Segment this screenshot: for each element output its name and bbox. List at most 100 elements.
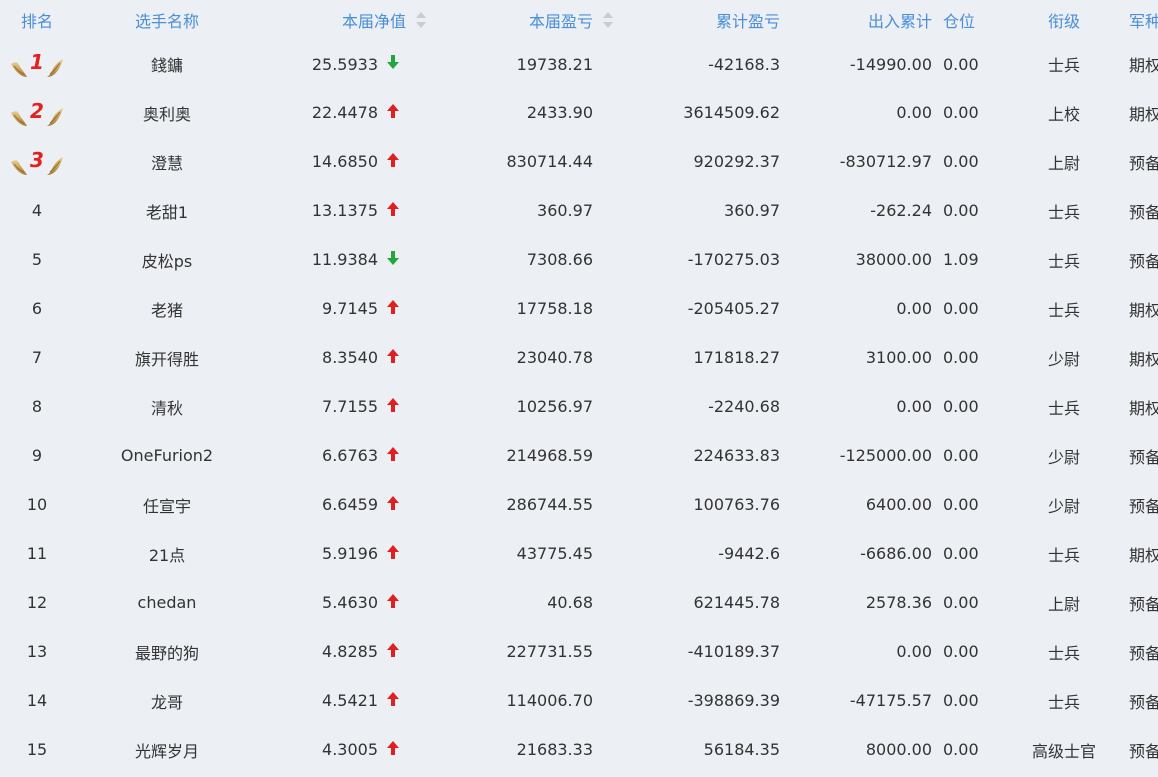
player-name[interactable]: 澄慧: [74, 137, 260, 186]
rank-number: 12: [26, 593, 48, 612]
cum-pnl-value: 100763.76: [693, 495, 780, 514]
pnl-value: 10256.97: [516, 397, 593, 416]
nav-cell: 14.6850: [260, 137, 442, 186]
position-value: 0.00: [943, 544, 979, 563]
player-name[interactable]: 老甜1: [74, 186, 260, 235]
header-nav-label: 本届净值: [341, 12, 406, 31]
pnl-value: 40.68: [547, 593, 593, 612]
army-value: 预备役: [1129, 643, 1158, 663]
rank-number: 6: [31, 299, 43, 318]
rank-cell: 6: [0, 284, 74, 333]
player-name[interactable]: 21点: [74, 529, 260, 578]
header-pnl-sortable[interactable]: 本届盈亏: [442, 0, 619, 40]
player-name[interactable]: 光辉岁月: [74, 725, 260, 774]
flow-value: 0.00: [896, 299, 932, 318]
flow-value: 0.00: [896, 642, 932, 661]
level-value: 士兵: [1047, 398, 1080, 418]
player-name[interactable]: 最野的狗: [74, 627, 260, 676]
arrow-up-icon: [387, 201, 399, 216]
cum-pnl-value: -2240.68: [708, 397, 780, 416]
position-value: 0.00: [943, 642, 979, 661]
army-value: 预备役: [1129, 741, 1158, 761]
svg-text:3: 3: [30, 148, 44, 172]
sort-icon[interactable]: [603, 12, 613, 28]
army-value: 期权: [1129, 300, 1158, 320]
army-value: 预备役: [1129, 692, 1158, 712]
player-name[interactable]: 清秋: [74, 382, 260, 431]
army-value: 期权: [1129, 56, 1158, 75]
cum-pnl-value: -42168.3: [708, 54, 780, 74]
nav-value: 11.9384: [311, 250, 378, 269]
position-value: 1.09: [943, 250, 979, 269]
table-row[interactable]: 15 光辉岁月 4.3005 21683.33 56184.35 8000.00…: [0, 725, 1158, 774]
arrow-up-icon: [387, 544, 399, 559]
nav-cell: 9.7145: [260, 284, 442, 333]
arrow-up-icon: [387, 348, 399, 363]
table-row[interactable]: 2 奥利奥 22.4478 2433.90 3614509.62 0.00 0.…: [0, 88, 1158, 137]
rank-number: 15: [26, 740, 48, 759]
army-value: 预备役: [1129, 594, 1158, 614]
table-row[interactable]: 4 老甜1 13.1375 360.97 360.97 -262.24 0.00…: [0, 186, 1158, 235]
player-name[interactable]: OneFurion2: [74, 431, 260, 480]
rank-number: 8: [31, 397, 43, 416]
table-row[interactable]: 14 龙哥 4.5421 114006.70 -398869.39 -47175…: [0, 676, 1158, 725]
table-row[interactable]: 12 chedan 5.4630 40.68 621445.78 2578.36…: [0, 578, 1158, 627]
table-row[interactable]: 8 清秋 7.7155 10256.97 -2240.68 0.00 0.00 …: [0, 382, 1158, 431]
arrow-up-icon: [387, 397, 399, 412]
pnl-value: 830714.44: [506, 152, 593, 171]
table-row[interactable]: 10 任宣宇 6.6459 286744.55 100763.76 6400.0…: [0, 480, 1158, 529]
arrow-up-icon: [387, 593, 399, 608]
player-name[interactable]: 皮松ps: [74, 235, 260, 284]
flow-value: -14990.00: [849, 54, 932, 74]
header-position: 仓位: [943, 12, 976, 31]
nav-value: 22.4478: [311, 103, 378, 122]
header-army: 军种: [1129, 12, 1158, 31]
level-value: 少尉: [1047, 447, 1080, 467]
cum-pnl-value: -398869.39: [687, 691, 780, 710]
table-row[interactable]: 6 老猪 9.7145 17758.18 -205405.27 0.00 0.0…: [0, 284, 1158, 333]
nav-cell: 6.6763: [260, 431, 442, 480]
nav-value: 13.1375: [311, 201, 378, 220]
player-name[interactable]: 龙哥: [74, 676, 260, 725]
nav-cell: 8.3540: [260, 333, 442, 382]
player-name[interactable]: chedan: [74, 578, 260, 627]
nav-value: 14.6850: [311, 152, 378, 171]
rank-cell: 7: [0, 333, 74, 382]
arrow-down-icon: [387, 55, 399, 69]
player-name[interactable]: 旗开得胜: [74, 333, 260, 382]
nav-cell: 5.9196: [260, 529, 442, 578]
player-name[interactable]: 錢鏞: [74, 40, 260, 88]
position-value: 0.00: [943, 495, 979, 514]
rank-cell: 9: [0, 431, 74, 480]
flow-value: 6400.00: [865, 495, 932, 514]
position-value: 0.00: [943, 348, 979, 367]
level-value: 士兵: [1047, 300, 1080, 320]
rank-cell: 3: [0, 137, 74, 186]
svg-text:2: 2: [30, 99, 44, 123]
army-value: 期权: [1129, 104, 1158, 124]
player-name[interactable]: 任宣宇: [74, 480, 260, 529]
nav-cell: 7.7155: [260, 382, 442, 431]
table-row[interactable]: 11 21点 5.9196 43775.45 -9442.6 -6686.00 …: [0, 529, 1158, 578]
table-row[interactable]: 9 OneFurion2 6.6763 214968.59 224633.83 …: [0, 431, 1158, 480]
table-row[interactable]: 1 錢鏞 25.5933 19738.21 -42168.3 -14990.00…: [0, 40, 1158, 88]
table-row[interactable]: 13 最野的狗 4.8285 227731.55 -410189.37 0.00…: [0, 627, 1158, 676]
table-row[interactable]: 3 澄慧 14.6850 830714.44 920292.37 -830712…: [0, 137, 1158, 186]
header-pnl-label: 本届盈亏: [528, 12, 593, 31]
flow-value: 2578.36: [865, 593, 932, 612]
army-value: 预备役: [1129, 447, 1158, 467]
nav-cell: 6.6459: [260, 480, 442, 529]
pnl-value: 286744.55: [506, 495, 593, 514]
header-nav-sortable[interactable]: 本届净值: [260, 0, 442, 40]
cum-pnl-value: -9442.6: [718, 544, 780, 563]
table-row[interactable]: 5 皮松ps 11.9384 7308.66 -170275.03 38000.…: [0, 235, 1158, 284]
table-row[interactable]: 7 旗开得胜 8.3540 23040.78 171818.27 3100.00…: [0, 333, 1158, 382]
nav-value: 7.7155: [322, 397, 378, 416]
pnl-value: 21683.33: [516, 740, 593, 759]
player-name[interactable]: 老猪: [74, 284, 260, 333]
pnl-value: 23040.78: [516, 348, 593, 367]
cum-pnl-value: 224633.83: [693, 446, 780, 465]
army-value: 期权: [1129, 349, 1158, 369]
sort-icon[interactable]: [416, 12, 426, 28]
player-name[interactable]: 奥利奥: [74, 88, 260, 137]
